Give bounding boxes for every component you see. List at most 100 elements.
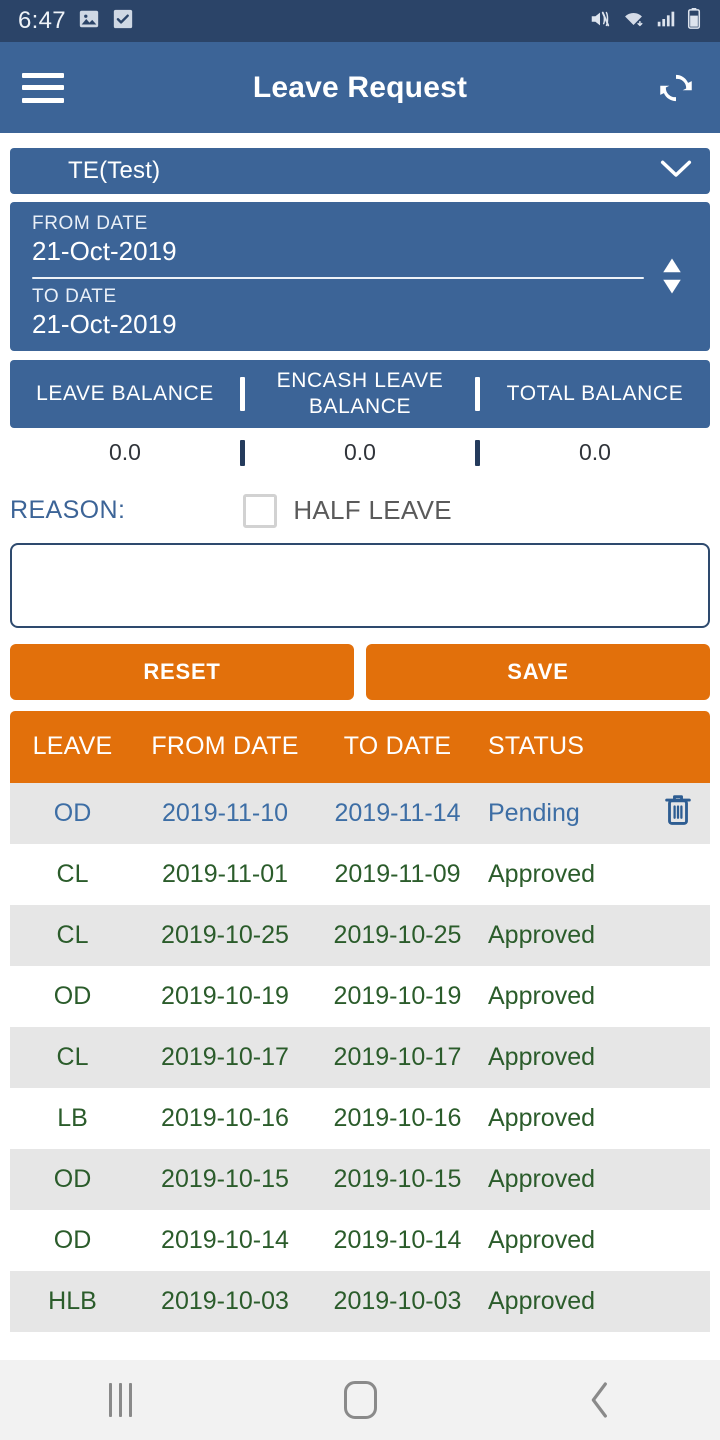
- chevron-down-icon: [660, 159, 692, 184]
- table-row[interactable]: OD 2019-10-14 2019-10-14 Approved: [10, 1209, 710, 1271]
- balance-value-row: 0.0 0.0 0.0: [10, 428, 710, 478]
- cell-from-date: 2019-10-25: [161, 920, 289, 949]
- cell-from-date: 2019-11-01: [161, 859, 289, 888]
- table-row[interactable]: OD 2019-11-10 2019-11-14 Pending: [10, 782, 710, 844]
- cell-leave-type: CL: [56, 1042, 89, 1071]
- leave-type-value: TE(Test): [68, 157, 161, 184]
- cell-leave-type: OD: [53, 981, 92, 1010]
- cell-from-date: 2019-10-15: [161, 1164, 289, 1193]
- from-date-label: FROM DATE: [32, 213, 148, 234]
- cell-actions[interactable]: [645, 791, 710, 836]
- cell-from-date: 2019-10-03: [161, 1286, 289, 1315]
- table-row[interactable]: LB 2019-10-16 2019-10-16 Approved: [10, 1087, 710, 1149]
- recents-icon[interactable]: [0, 1383, 240, 1417]
- status-bar-right: [588, 7, 702, 35]
- cell-to-date: 2019-10-17: [333, 1042, 462, 1071]
- image-icon: [78, 8, 100, 35]
- table-row[interactable]: CL 2019-11-01 2019-11-09 Approved: [10, 843, 710, 905]
- wifi-icon: [621, 8, 646, 35]
- cell-status: Approved: [488, 981, 596, 1010]
- app-bar: Leave Request: [0, 42, 720, 133]
- balance-value-total: 0.0: [579, 439, 611, 465]
- date-range-panel: FROM DATE 21-Oct-2019 TO DATE 21-Oct-201…: [10, 202, 710, 351]
- table-row[interactable]: CL 2019-10-25 2019-10-25 Approved: [10, 904, 710, 966]
- mute-vibrate-icon: [588, 8, 612, 35]
- reset-button[interactable]: RESET: [10, 643, 354, 700]
- leave-history-table: LEAVE FROM DATE TO DATE STATUS OD 2019-11…: [10, 700, 710, 1332]
- table-header-row: LEAVE FROM DATE TO DATE STATUS: [10, 710, 710, 783]
- back-chevron-icon[interactable]: [480, 1380, 720, 1420]
- cell-status: Approved: [488, 1225, 596, 1254]
- from-date-value[interactable]: 21-Oct-2019: [32, 235, 644, 268]
- leave-type-select[interactable]: TE(Test): [10, 148, 710, 194]
- cell-status: Approved: [488, 1286, 596, 1315]
- cell-leave-type: CL: [56, 920, 89, 949]
- to-date-label: TO DATE: [32, 286, 117, 308]
- cellular-signal-icon: [655, 8, 677, 35]
- cell-status: Approved: [488, 1164, 596, 1193]
- cell-leave-type: OD: [53, 1225, 92, 1254]
- balance-header-leave: LEAVE BALANCE: [36, 381, 214, 405]
- cell-status: Pending: [488, 798, 580, 827]
- bottom-spacer: [0, 1331, 720, 1360]
- date-divider: [32, 277, 644, 280]
- balance-value-encash: 0.0: [344, 439, 376, 465]
- reason-input[interactable]: [10, 542, 710, 628]
- clock-text: 6:47: [18, 7, 66, 34]
- cell-to-date: 2019-10-16: [333, 1103, 462, 1132]
- cell-to-date: 2019-10-14: [333, 1225, 462, 1254]
- page-title: Leave Request: [252, 70, 468, 104]
- cell-status: Approved: [488, 1103, 596, 1132]
- table-header-leave: LEAVE: [32, 732, 113, 760]
- table-header-to: TO DATE: [343, 732, 452, 760]
- form-content: TE(Test) FROM DATE 21-Oct-2019 TO DATE 2…: [0, 148, 720, 1332]
- task-complete-icon: [112, 8, 134, 35]
- cell-leave-type: CL: [56, 859, 89, 888]
- balance-header-encash: ENCASH LEAVE BALANCE: [276, 369, 444, 418]
- table-row[interactable]: OD 2019-10-15 2019-10-15 Approved: [10, 1148, 710, 1210]
- save-button[interactable]: SAVE: [366, 643, 710, 700]
- cell-to-date: 2019-10-15: [333, 1164, 462, 1193]
- cell-to-date: 2019-11-14: [334, 798, 461, 827]
- cell-to-date: 2019-10-03: [333, 1286, 462, 1315]
- cell-to-date: 2019-10-25: [333, 920, 462, 949]
- half-leave-checkbox[interactable]: HALF LEAVE: [243, 493, 452, 528]
- up-down-arrows-icon[interactable]: [652, 256, 692, 296]
- reason-label: REASON:: [10, 496, 126, 524]
- status-bar-left: 6:47: [18, 7, 134, 35]
- leave-request-screen: 6:47 Leave Request TE(Test) FROM DATE 21…: [0, 0, 720, 1440]
- status-bar: 6:47: [0, 0, 720, 42]
- home-icon[interactable]: [240, 1381, 480, 1419]
- table-row[interactable]: HLB 2019-10-03 2019-10-03 Approved: [10, 1270, 710, 1332]
- table-header-from: FROM DATE: [151, 732, 299, 760]
- balance-header-total: TOTAL BALANCE: [506, 381, 684, 405]
- reason-row: REASON: HALF LEAVE: [10, 490, 710, 532]
- cell-from-date: 2019-11-10: [161, 798, 289, 827]
- date-range-fields: FROM DATE 21-Oct-2019 TO DATE 21-Oct-201…: [32, 212, 644, 341]
- cell-leave-type: LB: [57, 1103, 88, 1132]
- system-nav-bar: [0, 1360, 720, 1440]
- action-button-row: RESET SAVE: [10, 643, 710, 700]
- to-date-value[interactable]: 21-Oct-2019: [32, 308, 644, 341]
- cell-leave-type: OD: [53, 798, 92, 827]
- refresh-icon[interactable]: [654, 66, 698, 110]
- cell-from-date: 2019-10-19: [161, 981, 289, 1010]
- cell-status: Approved: [488, 920, 596, 949]
- hamburger-menu-icon[interactable]: [22, 72, 64, 103]
- balance-value-leave: 0.0: [109, 439, 141, 465]
- table-row[interactable]: OD 2019-10-19 2019-10-19 Approved: [10, 965, 710, 1027]
- cell-from-date: 2019-10-17: [161, 1042, 289, 1071]
- table-row[interactable]: CL 2019-10-17 2019-10-17 Approved: [10, 1026, 710, 1088]
- cell-from-date: 2019-10-16: [161, 1103, 289, 1132]
- cell-to-date: 2019-10-19: [333, 981, 462, 1010]
- half-leave-label: HALF LEAVE: [293, 495, 452, 525]
- cell-leave-type: OD: [53, 1164, 92, 1193]
- balance-header-row: LEAVE BALANCE ENCASH LEAVE BALANCE TOTAL…: [10, 359, 710, 428]
- battery-icon: [686, 7, 702, 35]
- cell-to-date: 2019-11-09: [334, 859, 461, 888]
- cell-status: Approved: [488, 1042, 596, 1071]
- checkbox-icon[interactable]: [243, 493, 278, 528]
- table-header-status: STATUS: [488, 732, 585, 760]
- trash-icon[interactable]: [661, 794, 695, 835]
- table-body: OD 2019-11-10 2019-11-14 Pending CL 2019-11-0…: [10, 782, 710, 1332]
